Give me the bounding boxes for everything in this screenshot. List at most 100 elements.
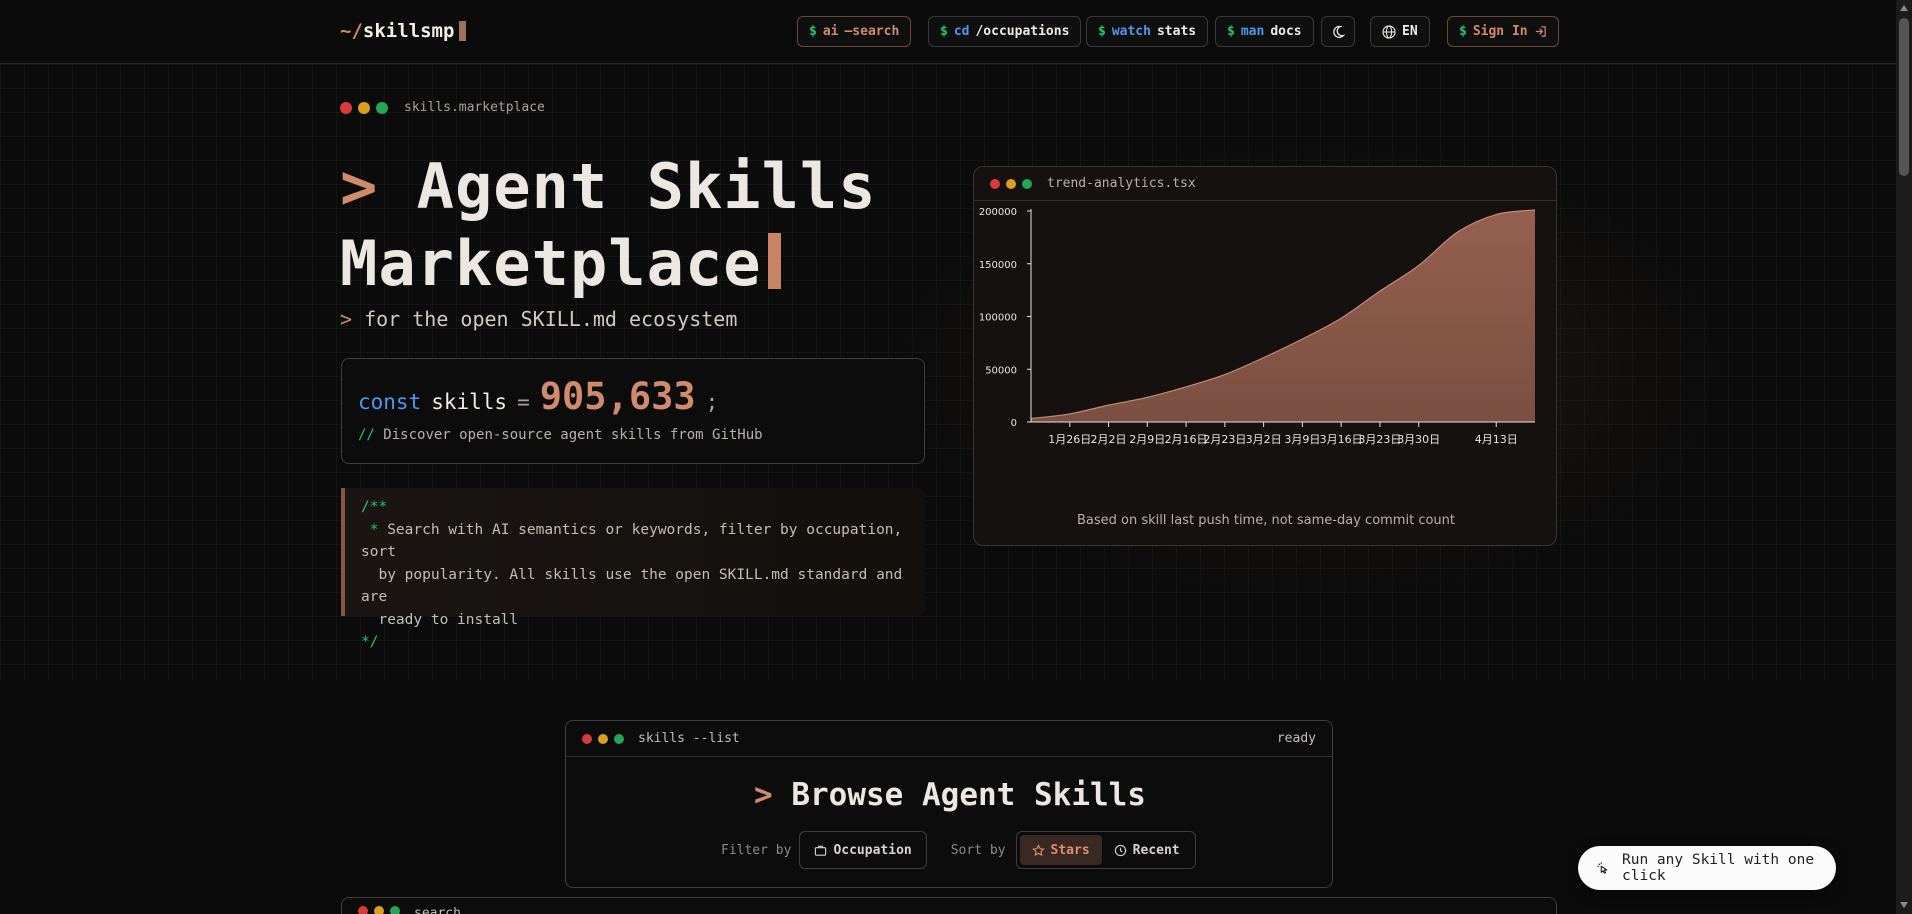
nav-stats-button[interactable]: $ watch stats [1086, 16, 1209, 47]
sort-stars-button[interactable]: Stars [1019, 835, 1102, 865]
nav-command: man [1240, 24, 1265, 39]
y-tick-label: 50000 [985, 365, 1017, 376]
chart-caption: Based on skill last push time, not same-… [1077, 513, 1455, 528]
prompt-dollar: $ [940, 24, 948, 39]
search-panel: search [341, 897, 1557, 914]
nav-argument: —search [844, 24, 900, 39]
window-dots [990, 178, 1032, 189]
nav-argument: stats [1156, 24, 1197, 39]
nav-argument: docs [1270, 24, 1302, 39]
nav-command: ai [822, 24, 839, 39]
site-logo[interactable]: ~/ skillsmp [340, 20, 467, 42]
doc-open: /** [361, 499, 388, 515]
language-label: EN [1402, 24, 1418, 39]
sign-in-button[interactable]: $ Sign In [1447, 16, 1559, 47]
run-skill-toast-button[interactable]: Run any Skill with one click [1578, 846, 1836, 890]
page-subtitle: > for the open SKILL.md ecosystem [340, 307, 737, 331]
code-comment: // Discover open-source agent skills fro… [358, 427, 763, 443]
x-tick-label: 3月23日 [1358, 433, 1401, 446]
sort-recent-button[interactable]: Recent [1102, 835, 1192, 865]
browse-title-prompt: > [754, 777, 773, 813]
theme-toggle-button[interactable] [1321, 16, 1355, 47]
x-tick-label: 2月2日 [1091, 433, 1127, 446]
skills-count-card: const skills = 905,633 ; // Discover ope… [341, 358, 925, 464]
browse-window-header: skills --list ready [566, 721, 1332, 757]
y-tick-label: 150000 [979, 260, 1017, 271]
filter-label: Filter by [721, 842, 792, 858]
nav-argument: /occupations [975, 24, 1070, 39]
hero-window-label: skills.marketplace [340, 100, 545, 115]
browse-title-text: Browse Agent Skills [791, 777, 1146, 813]
browse-title: > Browse Agent Skills [566, 777, 1334, 813]
logo-cursor [459, 21, 467, 41]
logo-name: skillsmp [362, 20, 455, 42]
occupation-filter-button[interactable]: Occupation [799, 831, 927, 869]
x-tick-label: 2月23日 [1203, 433, 1246, 446]
x-tick-label: 3月2日 [1246, 433, 1282, 446]
sort-stars-label: Stars [1050, 842, 1090, 858]
subtitle-prompt: > [340, 307, 353, 331]
doc-star: * [369, 521, 379, 538]
title-cursor [767, 233, 781, 289]
doc-close: */ [361, 634, 379, 650]
code-variable: skills [431, 390, 508, 414]
x-tick-label: 2月16日 [1165, 433, 1208, 446]
status-text: ready [1276, 731, 1316, 746]
language-button[interactable]: EN [1370, 16, 1430, 47]
top-navbar: ~/ skillsmp $ ai —search $ cd /occupatio… [0, 0, 1896, 64]
nav-command: watch [1111, 24, 1151, 39]
scroll-down-arrow-icon[interactable] [1900, 902, 1908, 908]
nav-ai-search-button[interactable]: $ ai —search [797, 16, 912, 47]
title-line-2: Marketplace [340, 227, 762, 300]
x-tick-label: 1月26日 [1048, 433, 1091, 446]
chart-area [1031, 209, 1535, 422]
window-dots [340, 101, 388, 114]
sort-label: Sort by [950, 842, 1006, 858]
globe-icon [1382, 24, 1396, 39]
pointer-click-icon [1597, 862, 1608, 874]
skills-count: 905,633 [539, 375, 696, 418]
x-tick-label: 4月13日 [1475, 433, 1518, 446]
title-prompt: > [340, 150, 379, 223]
nav-docs-button[interactable]: $ man docs [1215, 16, 1314, 47]
browse-skills-panel: skills --list ready > Browse Agent Skill… [565, 720, 1333, 888]
comment-text: Discover open-source agent skills from G… [383, 427, 763, 443]
nav-occupations-button[interactable]: $ cd /occupations [928, 16, 1082, 47]
toast-label: Run any Skill with one click [1622, 852, 1815, 884]
scrollbar-thumb[interactable] [1899, 18, 1909, 176]
code-semicolon: ; [705, 390, 719, 414]
sort-recent-label: Recent [1132, 842, 1180, 858]
x-tick-label: 2月9日 [1129, 433, 1165, 446]
y-tick-label: 200000 [979, 207, 1017, 218]
prompt-dollar: $ [1227, 24, 1235, 39]
window-dots [582, 733, 624, 744]
x-tick-label: 3月16日 [1320, 433, 1363, 446]
logo-prefix: ~/ [340, 20, 363, 42]
login-icon [1535, 26, 1546, 37]
star-icon [1031, 843, 1045, 856]
filter-bar: Filter by Occupation Sort by Stars Recen… [721, 831, 1196, 869]
y-tick-label: 100000 [979, 313, 1017, 324]
scroll-up-arrow-icon[interactable] [1900, 5, 1908, 11]
description-docblock: /** * Search with AI semantics or keywor… [341, 488, 925, 650]
x-tick-label: 3月9日 [1284, 433, 1320, 446]
trend-chart-window: trend-analytics.tsx 0 50000 100000 150000 20… [973, 166, 1557, 546]
prompt-dollar: $ [1459, 24, 1467, 39]
doc-line-1: Search with AI semantics or keywords, fi… [361, 521, 903, 561]
title-line-1: Agent Skills [416, 150, 877, 223]
browse-window-title: skills --list [638, 731, 740, 746]
search-window-title: search [414, 906, 461, 914]
chart-filename: trend-analytics.tsx [1047, 176, 1196, 191]
code-line: const skills = 905,633 ; [358, 375, 718, 418]
comment-slashes: // [358, 427, 375, 443]
sort-toggle: Stars Recent [1015, 831, 1196, 869]
code-operator: = [517, 390, 530, 414]
subtitle-text: for the open SKILL.md ecosystem [364, 307, 738, 331]
briefcase-icon [815, 845, 827, 856]
trend-area-chart: 0 50000 100000 150000 200000 1月26日 2月2日 2月9日 2月1… [979, 207, 1536, 446]
x-tick-label: 3月30日 [1397, 433, 1440, 446]
y-tick-label: 0 [1011, 418, 1017, 429]
doc-line-2: by popularity. All skills use the open S… [361, 566, 903, 606]
page-scrollbar[interactable] [1896, 0, 1912, 914]
prompt-dollar: $ [1098, 24, 1106, 39]
